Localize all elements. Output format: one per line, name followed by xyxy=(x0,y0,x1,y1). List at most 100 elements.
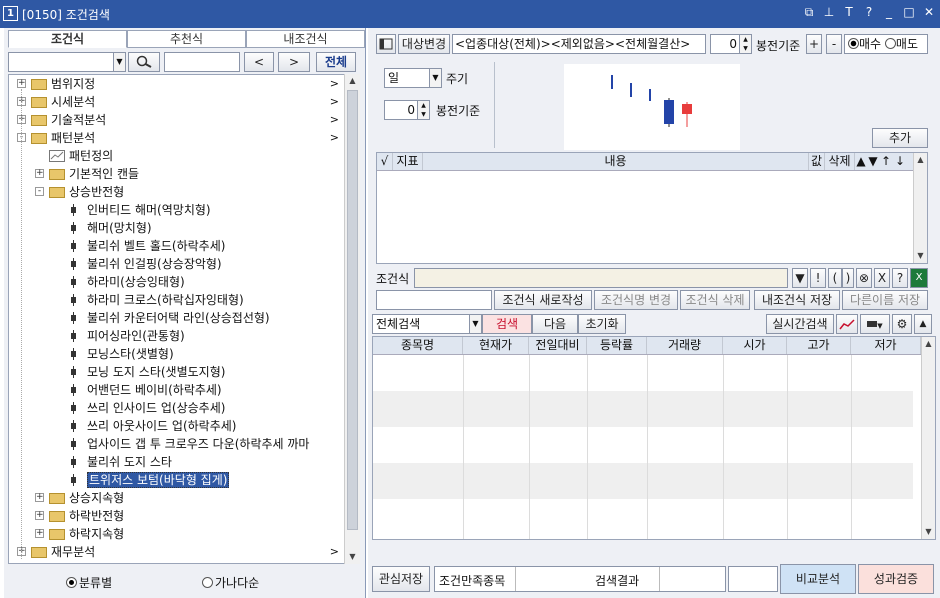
tree-item[interactable]: 인버티드 해머(역망치형) xyxy=(87,201,211,219)
formula-close-paren-button[interactable]: ) xyxy=(842,268,854,288)
tree-item[interactable]: 하라미 크로스(하락십자잉태형) xyxy=(87,291,244,309)
display-mode-button[interactable]: ▼ xyxy=(860,314,890,334)
condition-table-scrollbar[interactable]: ▲ ▼ xyxy=(913,153,927,263)
panel-toggle-button[interactable] xyxy=(376,34,396,54)
search-combo[interactable]: ▼ xyxy=(8,52,126,72)
tree-item[interactable]: 불리쉬 도지 스타 xyxy=(87,453,172,471)
radio-sell[interactable]: 매도 xyxy=(884,37,918,51)
tab-recommended[interactable]: 추천식 xyxy=(127,30,246,48)
tree-item[interactable]: 피어싱라인(관통형) xyxy=(87,327,185,345)
move-up-icon[interactable]: ▲ xyxy=(855,153,867,170)
stepper-arrows-icon[interactable]: ▲ ▼ xyxy=(417,101,429,119)
results-scrollbar[interactable]: ▲ ▼ xyxy=(921,337,935,539)
close-icon[interactable]: ✕ xyxy=(922,5,936,20)
rename-condition-button[interactable]: 조건식명 변경 xyxy=(594,290,678,310)
tree-item[interactable]: 하락지속형 xyxy=(69,525,124,543)
tree-item[interactable]: 기술적분석 xyxy=(51,111,106,129)
table-row[interactable] xyxy=(373,463,913,499)
scroll-down-icon[interactable]: ▼ xyxy=(914,249,927,263)
verify-button[interactable]: 성과검증 xyxy=(858,564,934,594)
radio-alphabetical[interactable]: 가나다순 xyxy=(202,574,259,591)
new-condition-button[interactable]: 조건식 새로작성 xyxy=(494,290,592,310)
chart-icon[interactable] xyxy=(836,314,858,334)
tree-item[interactable]: 모닝 도지 스타(샛별도지형) xyxy=(87,363,225,381)
table-row[interactable] xyxy=(373,427,913,463)
pattern-bong-stepper[interactable]: 0 ▲ ▼ xyxy=(384,100,430,120)
save-as-button[interactable]: 다른이름 저장 xyxy=(842,290,928,310)
realtime-search-button[interactable]: 실시간검색 xyxy=(766,314,834,334)
chevron-down-icon[interactable]: ▼ xyxy=(113,53,125,71)
chevron-right-icon[interactable]: > xyxy=(330,77,339,90)
minimize-icon[interactable]: _ xyxy=(882,5,896,20)
expand-icon[interactable]: + xyxy=(35,529,44,538)
pin-icon[interactable]: ⊥ xyxy=(822,5,836,20)
tree-item[interactable]: 하락반전형 xyxy=(69,507,124,525)
table-row[interactable] xyxy=(373,391,913,427)
tree-item[interactable]: 패턴분석 xyxy=(51,129,95,147)
bong-stepper[interactable]: 0 ▲ ▼ xyxy=(710,34,752,54)
tree-item[interactable]: 하라미(상승잉태형) xyxy=(87,273,185,291)
move-top-icon[interactable]: ↑ xyxy=(879,153,893,170)
scroll-up-icon[interactable]: ▲ xyxy=(922,337,935,351)
radio-category[interactable]: 분류별 xyxy=(66,574,112,591)
formula-help-button[interactable]: ? xyxy=(892,268,908,288)
chevron-down-icon[interactable]: ▼ xyxy=(469,315,481,333)
save-my-condition-button[interactable]: 내조건식 저장 xyxy=(754,290,840,310)
search-execute-button[interactable]: 검색 xyxy=(482,314,532,334)
minus-button[interactable]: - xyxy=(826,34,842,54)
all-button[interactable]: 전체 xyxy=(316,52,356,72)
next-button[interactable]: > xyxy=(278,52,310,72)
formula-xor-button[interactable]: ⊗ xyxy=(856,268,872,288)
move-bottom-icon[interactable]: ↓ xyxy=(893,153,907,170)
tree-item[interactable]: 불리쉬 벨트 홀드(하락추세) xyxy=(87,237,225,255)
condition-name-input[interactable] xyxy=(376,290,492,310)
chevron-right-icon[interactable]: > xyxy=(330,545,339,558)
tab-my-conditions[interactable]: 내조건식 xyxy=(246,30,365,48)
help-icon[interactable]: ? xyxy=(862,5,876,20)
expand-icon[interactable]: + xyxy=(17,79,26,88)
delete-condition-button[interactable]: 조건식 삭제 xyxy=(680,290,750,310)
target-change-button[interactable]: 대상변경 xyxy=(398,34,450,54)
chevron-right-icon[interactable]: > xyxy=(330,95,339,108)
next-page-button[interactable]: 다음 xyxy=(532,314,578,334)
prev-button[interactable]: < xyxy=(244,52,274,72)
plus-button[interactable]: + xyxy=(806,34,822,54)
chevron-right-icon[interactable]: > xyxy=(330,113,339,126)
formula-not-button[interactable]: ! xyxy=(810,268,826,288)
tab-conditions[interactable]: 조건식 xyxy=(8,30,127,48)
collapse-icon[interactable]: ▲ xyxy=(914,314,932,334)
tree-item[interactable]: 쓰리 아웃사이드 업(하락추세) xyxy=(87,417,236,435)
period-select[interactable]: 일 ▼ xyxy=(384,68,442,88)
tree-item[interactable]: 기본적인 캔들 xyxy=(69,165,139,183)
scroll-down-icon[interactable]: ▼ xyxy=(922,525,935,539)
save-interest-button[interactable]: 관심저장 xyxy=(372,566,430,592)
tree-item[interactable]: 상승지속형 xyxy=(69,489,124,507)
expand-icon[interactable]: + xyxy=(35,511,44,520)
restore-small-icon[interactable]: ⧉ xyxy=(802,5,816,20)
search-button[interactable] xyxy=(128,52,160,72)
collapse-icon[interactable]: - xyxy=(35,187,44,196)
formula-input[interactable] xyxy=(414,268,788,288)
chevron-down-icon[interactable]: ▼ xyxy=(429,69,441,87)
maximize-icon[interactable]: □ xyxy=(902,5,916,20)
tree-item[interactable]: 트위저스 보텀(바닥형 집게) xyxy=(87,471,230,489)
formula-clear-button[interactable]: X xyxy=(874,268,890,288)
stepper-arrows-icon[interactable]: ▲ ▼ xyxy=(739,35,751,53)
scroll-down-icon[interactable]: ▼ xyxy=(345,550,360,564)
table-row[interactable] xyxy=(373,355,913,391)
tree-scrollbar[interactable]: ▲ ▼ xyxy=(344,74,360,564)
scroll-thumb[interactable] xyxy=(347,90,358,530)
tree-item[interactable]: 모닝스타(샛별형) xyxy=(87,345,174,363)
reset-button[interactable]: 초기화 xyxy=(578,314,626,334)
tree-item[interactable]: 상승반전형 xyxy=(69,183,124,201)
tree-item[interactable]: 불리쉬 카운터어택 라인(상승접선형) xyxy=(87,309,270,327)
chevron-right-icon[interactable]: > xyxy=(330,131,339,144)
excel-icon[interactable]: X xyxy=(910,268,928,288)
tree-item[interactable]: 패턴정의 xyxy=(69,147,113,165)
expand-icon[interactable]: + xyxy=(35,169,44,178)
tree-item[interactable]: 범위지정 xyxy=(51,75,95,93)
move-down-icon[interactable]: ▼ xyxy=(867,153,879,170)
font-icon[interactable]: T xyxy=(842,5,856,20)
search-scope-select[interactable]: 전체검색 ▼ xyxy=(372,314,482,334)
tree-item[interactable]: 업사이드 갭 투 크로우즈 다운(하락추세 까마 xyxy=(87,435,309,453)
